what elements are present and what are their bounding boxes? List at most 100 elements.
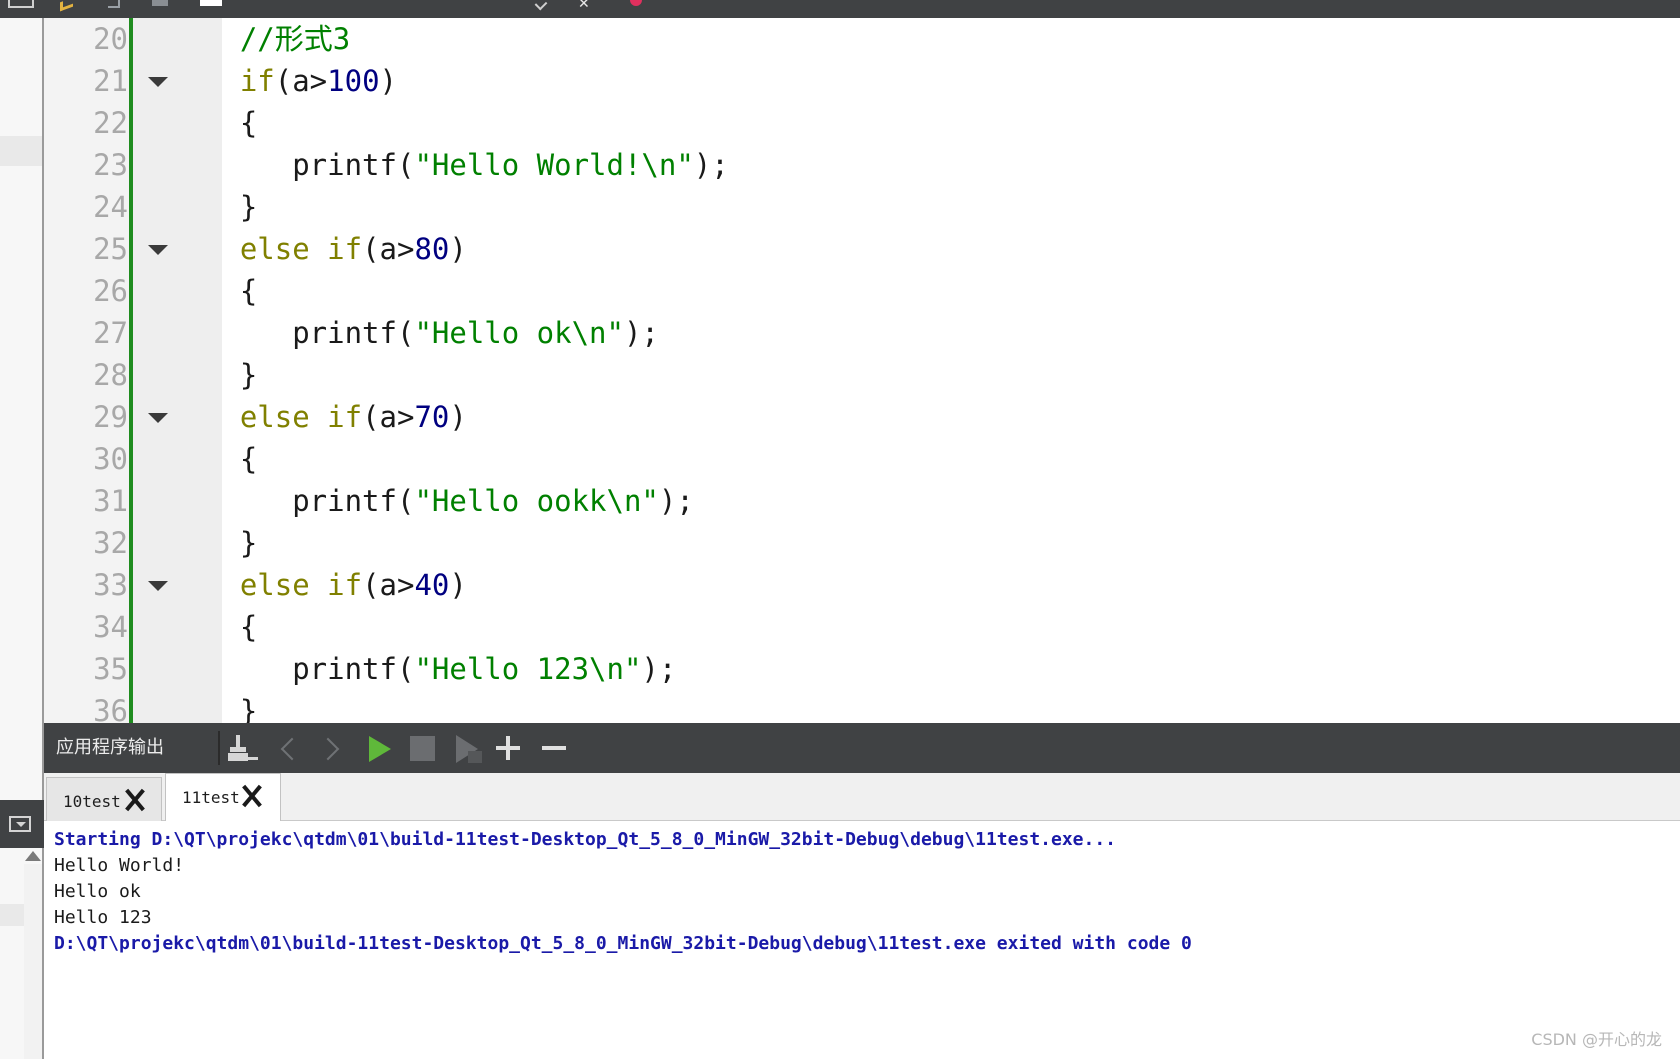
output-line: Hello ok [54,881,141,902]
next-item-icon[interactable] [310,723,354,773]
previous-item-icon[interactable] [266,723,310,773]
code-line[interactable]: { [170,438,257,480]
fold-toggle-icon[interactable] [148,413,168,423]
code-token: ) [449,568,467,602]
watermark: CSDN @开心的龙 [1531,1030,1662,1049]
scrollbar-track[interactable] [24,864,42,1059]
back-arrow-icon[interactable] [60,0,73,12]
zoom-in-icon[interactable] [488,723,532,773]
code-line[interactable]: printf("Hello ok\n"); [170,312,659,354]
code-token: 80 [414,232,450,266]
code-token: //形式3 [239,22,351,56]
close-icon[interactable] [123,788,147,812]
code-token: "Hello ok\n" [414,316,624,350]
output-line: Starting D:\QT\projekc\qtdm\01\build-11t… [54,829,1117,850]
code-token: } [170,190,258,224]
tab-label: 11test [182,788,240,807]
code-line[interactable]: { [170,102,257,144]
save-icon[interactable] [152,0,168,6]
code-line[interactable]: else if(a>80) [170,228,467,270]
sidebar-band [0,136,42,166]
code-line[interactable]: } [170,522,257,564]
output-line: D:\QT\projekc\qtdm\01\build-11test-Deskt… [54,933,1192,954]
code-token: ); [693,148,729,182]
fold-toggle-icon[interactable] [148,245,168,255]
code-token: } [170,694,258,723]
code-line[interactable]: { [170,270,257,312]
line-number: 29 [93,400,128,434]
toggle-sidebar-icon[interactable] [8,0,34,8]
code-token: 70 [414,400,450,434]
code-line[interactable]: } [170,186,257,228]
scroll-up-icon[interactable] [25,851,41,861]
code-token: ); [623,316,659,350]
output-pane-header: 应用程序输出 [44,723,1680,773]
code-line[interactable]: if(a>100) [170,60,397,102]
tab-11test[interactable]: 11test [165,773,281,821]
line-number: 27 [93,316,128,350]
application-output[interactable]: Starting D:\QT\projekc\qtdm\01\build-11t… [44,821,1680,1059]
code-line[interactable]: //形式3 [170,18,350,60]
code-editor[interactable]: 20 //形式3 21 if(a>100) 22 {23 printf("Hello… [44,18,1680,723]
code-token: "Hello 123\n" [414,652,642,686]
code-token: "Hello ookk\n" [414,484,659,518]
code-token: } [170,358,258,392]
attach-debugger-icon[interactable] [446,723,490,773]
line-number: 20 [93,22,128,56]
close-document-icon[interactable]: ✕ [578,0,592,10]
document-icon [200,0,222,6]
code-token: if [327,568,363,602]
toggle-output-pane-icon[interactable] [9,816,31,832]
close-icon[interactable] [240,784,264,808]
code-token: (a> [274,64,328,98]
code-line[interactable]: } [170,354,257,396]
code-line[interactable]: { [170,606,257,648]
output-line: Hello 123 [54,907,152,928]
code-token: printf( [170,316,415,350]
line-number: 34 [93,610,128,644]
fold-toggle-icon[interactable] [148,77,168,87]
code-token: printf( [170,484,415,518]
code-token: if [327,400,363,434]
chevron-down-icon[interactable] [534,0,548,11]
line-number: 35 [93,652,128,686]
code-line[interactable]: printf("Hello ookk\n"); [170,480,694,522]
code-line[interactable]: else if(a>70) [170,396,467,438]
line-number: 22 [93,106,128,140]
line-number: 36 [93,694,128,723]
stop-icon[interactable] [400,723,444,773]
code-token: if [327,232,363,266]
line-number: 24 [93,190,128,224]
bookmark-icon[interactable] [630,0,642,6]
code-token: ) [449,232,467,266]
run-icon[interactable] [354,723,398,773]
code-token: else [239,232,310,266]
line-number: 25 [93,232,128,266]
code-token: ); [658,484,694,518]
line-number: 31 [93,484,128,518]
code-line[interactable]: else if(a>40) [170,564,467,606]
tab-label: 10test [63,792,121,811]
code-token: printf( [170,148,415,182]
line-number: 32 [93,526,128,560]
code-line[interactable]: printf("Hello World!\n"); [170,144,729,186]
fold-toggle-icon[interactable] [148,581,168,591]
code-token: else [239,568,310,602]
zoom-out-icon[interactable] [534,723,578,773]
code-line[interactable]: } [170,690,257,723]
code-line[interactable]: printf("Hello 123\n"); [170,648,676,690]
clear-output-icon[interactable] [220,723,264,773]
output-line: Hello World! [54,855,185,876]
line-number: 28 [93,358,128,392]
code-token: ); [641,652,677,686]
line-number: 33 [93,568,128,602]
tab-10test[interactable]: 10test [46,777,162,821]
code-token: { [170,442,258,476]
forward-arrow-icon[interactable] [108,0,120,8]
code-token: else [239,400,310,434]
code-token: (a> [362,568,415,602]
